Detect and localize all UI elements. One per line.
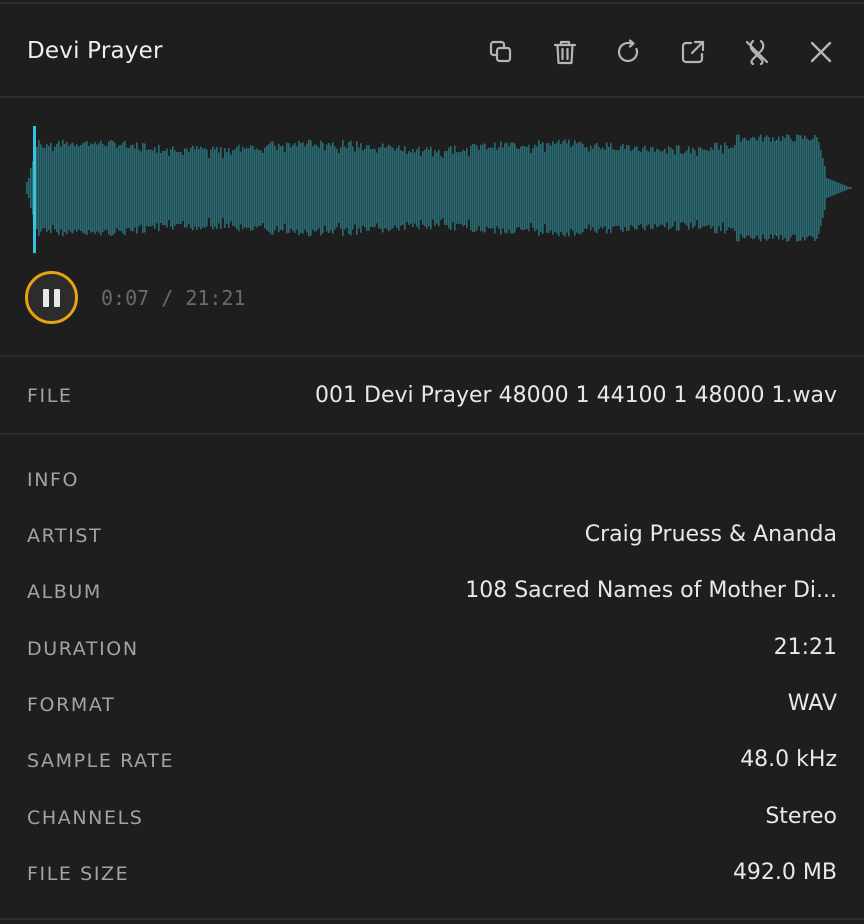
external-link-icon	[681, 40, 705, 64]
info-label: DURATION	[27, 638, 139, 660]
info-value: 48.0 kHz	[740, 747, 837, 772]
panel-header: Devi Prayer	[0, 4, 864, 98]
info-value: Stereo	[765, 804, 837, 829]
info-label: ARTIST	[27, 525, 103, 547]
total-time: 21:21	[185, 286, 246, 310]
info-value: 492.0 MB	[732, 860, 837, 885]
file-name: 001 Devi Prayer 48000 1 44100 1 48000 1.…	[315, 383, 837, 408]
info-value: 21:21	[773, 635, 837, 660]
info-label: SAMPLE RATE	[27, 750, 175, 772]
pause-icon	[43, 288, 49, 307]
refresh-icon	[617, 39, 639, 63]
info-label: CHANNELS	[27, 807, 144, 829]
copy-button[interactable]	[478, 32, 524, 72]
info-label: FILE SIZE	[27, 863, 130, 885]
reload-button[interactable]	[606, 32, 652, 72]
close-icon	[810, 41, 832, 63]
info-value: Craig Pruess & Ananda	[584, 522, 837, 547]
bottom-divider	[0, 918, 864, 920]
close-button[interactable]	[798, 32, 844, 72]
pause-button[interactable]	[25, 271, 78, 324]
info-value: WAV	[787, 691, 837, 716]
open-external-button[interactable]	[670, 32, 716, 72]
current-time: 0:07	[101, 286, 150, 310]
trash-icon	[553, 40, 577, 65]
file-row: FILE 001 Devi Prayer 48000 1 44100 1 480…	[0, 357, 864, 435]
time-readout: 0:07 / 21:21	[101, 285, 246, 311]
info-label: FORMAT	[27, 694, 116, 716]
track-title: Devi Prayer	[27, 38, 163, 64]
unlink-icon	[745, 39, 769, 66]
info-heading: INFO	[27, 469, 80, 491]
info-label: ALBUM	[27, 581, 102, 603]
waveform[interactable]	[26, 126, 852, 256]
copy-icon	[489, 40, 512, 63]
info-value: 108 Sacred Names of Mother Di...	[465, 578, 837, 603]
player-section: 0:07 / 21:21	[0, 98, 864, 357]
unlink-button[interactable]	[734, 32, 780, 72]
time-separator: /	[161, 286, 174, 310]
playhead-cursor[interactable]	[33, 126, 36, 253]
file-label: FILE	[27, 385, 73, 407]
delete-button[interactable]	[542, 32, 588, 72]
